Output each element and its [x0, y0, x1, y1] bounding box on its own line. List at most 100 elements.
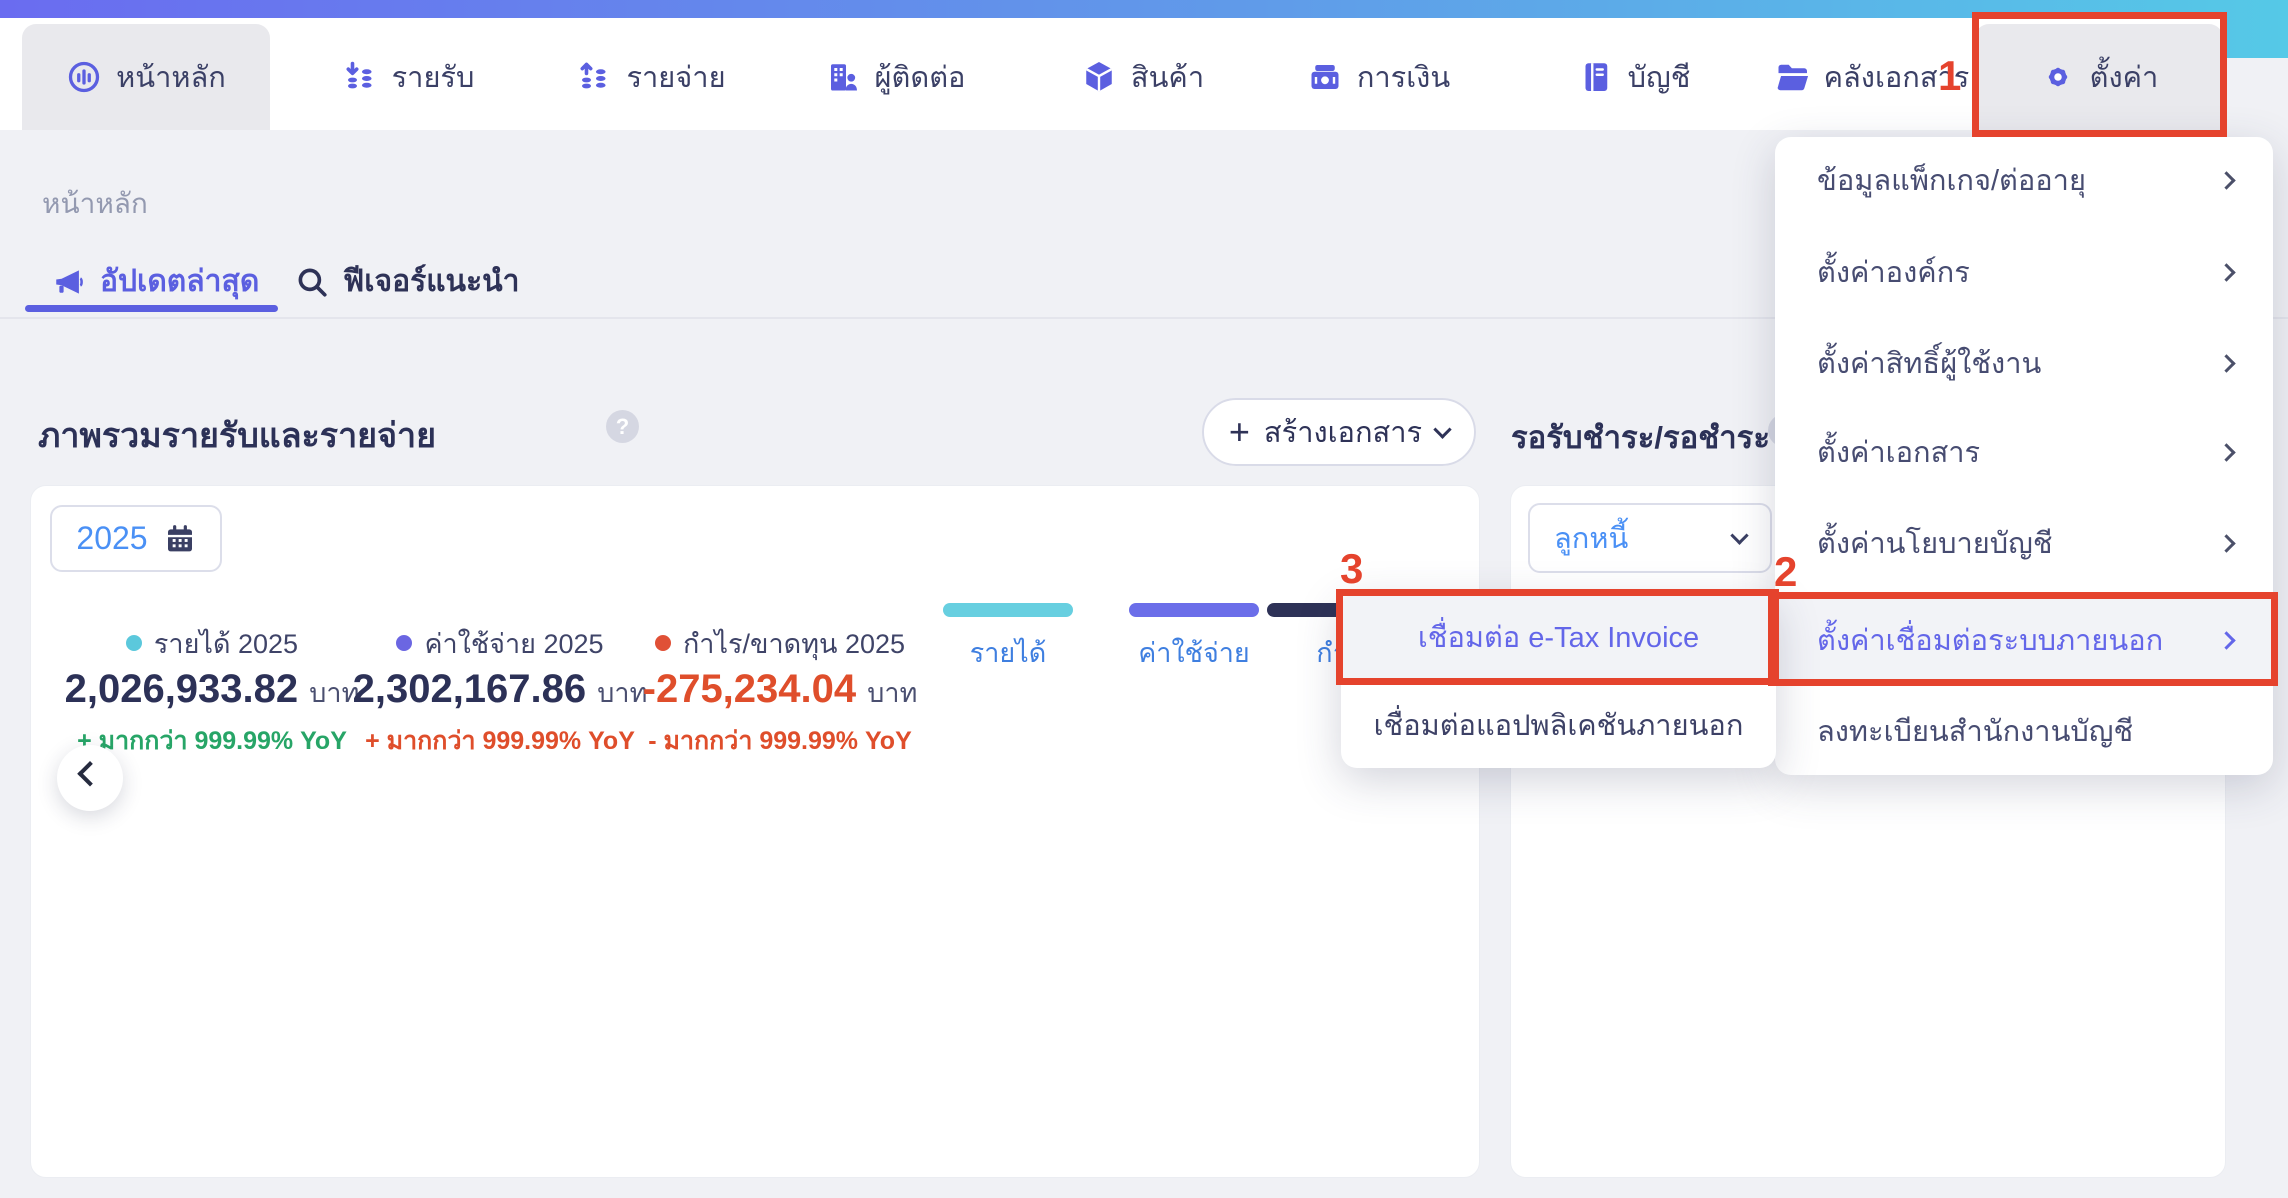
- chevron-right-icon: [2217, 170, 2236, 190]
- nav-tab-4[interactable]: ผู้ติดต่อ: [795, 24, 995, 130]
- nav-tab-5[interactable]: สินค้า: [1055, 24, 1230, 130]
- nav-tab-label: ตั้งค่า: [2089, 62, 2159, 94]
- chevron-down-icon: [1730, 525, 1749, 545]
- menu-item-label: ตั้งค่านโยบายบัญชี: [1817, 528, 2053, 560]
- carousel-prev-button[interactable]: [57, 745, 123, 811]
- stat-label: กำไร/ขาดทุน 2025: [600, 625, 960, 661]
- submenu-item-label: เชื่อมต่อแอปพลิเคชันภายนอก: [1373, 710, 1744, 742]
- money-icon: [1307, 59, 1343, 95]
- nav-tab-2[interactable]: รายรับ: [318, 24, 498, 130]
- year-selector[interactable]: 2025: [50, 505, 222, 572]
- stat-unit: บาท: [867, 678, 918, 708]
- dashboard-page: หน้าหลัก รายรับ รายจ่าย ผู้ติดต่อ สินค้า การเ…: [0, 0, 2288, 1198]
- external-connect-submenu: เชื่อมต่อ e-Tax Invoice เชื่อมต่อแอปพลิเค…: [1341, 593, 1776, 768]
- debtor-filter-select[interactable]: ลูกหนี้: [1528, 503, 1772, 573]
- nav-tab-label: หน้าหลัก: [116, 62, 226, 94]
- chevron-right-icon: [2217, 442, 2236, 462]
- search-icon: [295, 265, 329, 299]
- legend-dot: [125, 635, 142, 651]
- legend-dot: [396, 635, 413, 651]
- tab-latest-updates[interactable]: อัปเดตล่าสุด: [52, 258, 259, 305]
- create-document-label: สร้างเอกสาร: [1263, 417, 1423, 449]
- gear-icon: [2040, 59, 2076, 95]
- menu-item-label: ตั้งค่าองค์กร: [1817, 257, 1970, 289]
- receivables-title: รอรับชำระ/รอชำระ: [1511, 420, 1770, 455]
- settings-menu-item-2[interactable]: ตั้งค่าองค์กร: [1775, 227, 2273, 317]
- income-coins-icon: [342, 59, 378, 95]
- stat-amount: 2,026,933.82: [64, 667, 299, 711]
- home-chart-icon: [66, 59, 102, 95]
- overview-title: ภาพรวมรายรับและรายจ่าย: [38, 417, 437, 455]
- megaphone-icon: [52, 265, 86, 299]
- legend-caption: ค่าใช้จ่าย: [1138, 638, 1250, 668]
- annotation-number-2: 2: [1774, 548, 1798, 595]
- annotation-number-3: 3: [1340, 545, 1364, 592]
- settings-menu-item-1[interactable]: ข้อมูลแพ็กเกจ/ต่ออายุ: [1775, 135, 2273, 225]
- stat-amount: -275,234.04: [642, 667, 857, 711]
- overview-card: [30, 485, 1480, 1178]
- active-tab-underline: [25, 305, 278, 312]
- contacts-building-icon: [825, 59, 861, 95]
- settings-menu-item-4[interactable]: ตั้งค่าเอกสาร: [1775, 407, 2273, 497]
- menu-item-label: ตั้งค่าเชื่อมต่อระบบภายนอก: [1817, 625, 2164, 657]
- menu-item-label: ลงทะเบียนสำนักงานบัญชี: [1817, 716, 2134, 748]
- chevron-right-icon: [2217, 533, 2236, 553]
- menu-item-label: ตั้งค่าสิทธิ์ผู้ใช้งาน: [1817, 348, 2042, 380]
- annotation-number-1: 1: [1938, 52, 1962, 99]
- nav-tab-label: ผู้ติดต่อ: [874, 62, 966, 94]
- submenu-item-label: เชื่อมต่อ e-Tax Invoice: [1417, 622, 1700, 654]
- nav-tab-6[interactable]: การเงิน: [1276, 24, 1481, 130]
- tab-label: ฟีเจอร์แนะนำ: [343, 265, 520, 298]
- settings-dropdown-menu: ข้อมูลแพ็กเกจ/ต่ออายุตั้งค่าองค์กรตั้งค่…: [1775, 137, 2273, 775]
- folder-icon: [1774, 59, 1810, 95]
- nav-tab-label: รายรับ: [391, 62, 475, 94]
- nav-tab-label: การเงิน: [1356, 62, 1451, 94]
- legend-dot: [654, 635, 671, 651]
- stat-block-3: กำไร/ขาดทุน 2025 -275,234.04 บาท - มากกว่า…: [600, 625, 960, 756]
- chevron-down-icon: [1433, 419, 1452, 439]
- tab-recommended-features[interactable]: ฟีเจอร์แนะนำ: [295, 258, 520, 305]
- debtor-filter-value: ลูกหนี้: [1554, 523, 1629, 555]
- expense-coins-icon: [576, 59, 612, 95]
- settings-menu-item-3[interactable]: ตั้งค่าสิทธิ์ผู้ใช้งาน: [1775, 318, 2273, 408]
- ledger-icon: [1578, 59, 1614, 95]
- calendar-icon: [164, 523, 196, 555]
- stat-value: -275,234.04 บาท: [600, 667, 960, 713]
- menu-item-label: ข้อมูลแพ็กเกจ/ต่ออายุ: [1817, 165, 2086, 197]
- settings-menu-item-6[interactable]: ตั้งค่าเชื่อมต่อระบบภายนอก: [1775, 595, 2273, 685]
- legend-toggle-1[interactable]: รายได้: [943, 603, 1073, 674]
- product-box-icon: [1081, 59, 1117, 95]
- nav-tab-label: รายจ่าย: [626, 62, 726, 94]
- plus-icon: +: [1228, 411, 1250, 452]
- main-navbar: หน้าหลัก รายรับ รายจ่าย ผู้ติดต่อ สินค้า การเ…: [0, 18, 2226, 130]
- legend-bar: [1129, 603, 1259, 617]
- create-document-button[interactable]: + สร้างเอกสาร: [1202, 398, 1476, 466]
- settings-menu-item-7[interactable]: ลงทะเบียนสำนักงานบัญชี: [1775, 686, 2273, 776]
- tab-label: อัปเดตล่าสุด: [100, 265, 260, 298]
- stat-label-text: รายได้ 2025: [153, 628, 299, 659]
- chevron-right-icon: [2217, 353, 2236, 373]
- stat-amount: 2,302,167.86: [352, 667, 587, 711]
- chevron-left-icon: [77, 761, 103, 787]
- nav-tab-9[interactable]: ตั้งค่า: [1975, 24, 2223, 130]
- legend-caption: รายได้: [969, 638, 1047, 668]
- nav-tab-label: สินค้า: [1130, 62, 1205, 94]
- overview-help-icon[interactable]: ?: [606, 410, 639, 443]
- year-value: 2025: [76, 520, 148, 556]
- legend-bar: [943, 603, 1073, 617]
- breadcrumb: หน้าหลัก: [42, 188, 148, 219]
- nav-tab-7[interactable]: บัญชี: [1544, 24, 1724, 130]
- chevron-right-icon: [2217, 262, 2236, 282]
- nav-tab-1[interactable]: หน้าหลัก: [22, 24, 270, 130]
- submenu-item-2[interactable]: เชื่อมต่อแอปพลิเคชันภายนอก: [1341, 681, 1776, 769]
- stat-label-text: ค่าใช้จ่าย 2025: [424, 628, 604, 659]
- chevron-right-icon: [2217, 630, 2236, 650]
- stat-label-text: กำไร/ขาดทุน 2025: [682, 628, 906, 659]
- menu-item-label: ตั้งค่าเอกสาร: [1817, 437, 1981, 469]
- nav-tab-label: บัญชี: [1627, 62, 1691, 94]
- nav-tab-3[interactable]: รายจ่าย: [556, 24, 746, 130]
- legend-toggle-2[interactable]: ค่าใช้จ่าย: [1129, 603, 1259, 674]
- settings-menu-item-5[interactable]: ตั้งค่านโยบายบัญชี: [1775, 498, 2273, 588]
- stat-yoy: - มากกว่า 999.99% YoY: [648, 727, 912, 755]
- submenu-item-1[interactable]: เชื่อมต่อ e-Tax Invoice: [1341, 593, 1776, 681]
